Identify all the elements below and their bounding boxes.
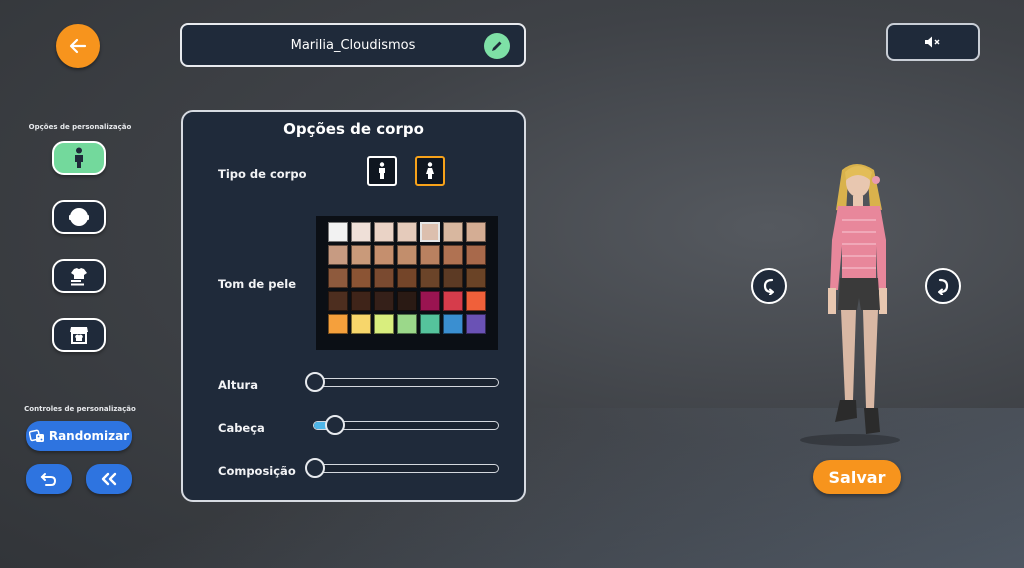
randomize-label: Randomizar [48,429,130,443]
height-slider-track [313,378,499,387]
rotate-left-button[interactable] [751,268,787,304]
skin-swatch[interactable] [466,291,486,311]
skin-swatch[interactable] [374,245,394,265]
body-icon [75,147,83,168]
skin-tone-palette [316,216,498,350]
skin-tone-label: Tom de pele [218,277,297,291]
panel-title: Opções de corpo [283,120,424,138]
clothing-icon [71,268,87,286]
arrow-left-icon [69,38,87,54]
dice-icon [28,429,44,442]
rotate-left-icon [763,278,774,295]
body-type-female-option[interactable] [415,156,445,186]
skin-swatch[interactable] [466,314,486,334]
sidebar-item-head[interactable] [52,200,106,234]
edit-name-button[interactable] [484,33,510,59]
skin-swatch[interactable] [443,222,463,242]
avatar-model[interactable] [790,150,920,460]
skin-swatch[interactable] [420,314,440,334]
collapse-button[interactable] [86,464,132,494]
build-label: Composição [218,464,296,478]
controls-section-title: Controles de personalização [24,405,136,413]
sidebar-item-body[interactable] [52,141,106,175]
skin-swatch[interactable] [420,268,440,288]
save-label: Salvar [828,467,886,487]
skin-swatch[interactable] [328,291,348,311]
skin-swatch[interactable] [374,291,394,311]
skin-swatch[interactable] [397,222,417,242]
undo-icon [40,473,57,486]
head-icon [69,208,89,226]
options-section-title: Opções de personalização [28,123,132,131]
sidebar-item-store[interactable] [52,318,106,352]
skin-swatch[interactable] [397,314,417,334]
skin-swatch[interactable] [420,291,440,311]
male-figure-icon [379,162,385,179]
skin-swatch[interactable] [328,245,348,265]
skin-swatch[interactable] [466,222,486,242]
pencil-icon [492,41,502,51]
body-type-male-option[interactable] [367,156,397,186]
head-label: Cabeça [218,421,265,435]
skin-swatch[interactable] [351,245,371,265]
back-button[interactable] [56,24,100,68]
female-figure-icon [426,162,434,179]
build-slider[interactable] [305,458,499,478]
skin-swatch[interactable] [420,222,440,242]
body-type-label: Tipo de corpo [218,167,307,181]
skin-swatch[interactable] [351,314,371,334]
head-slider[interactable] [305,415,499,435]
skin-swatch[interactable] [443,291,463,311]
skin-swatch[interactable] [328,268,348,288]
build-slider-track [313,464,499,473]
speaker-muted-icon [925,36,940,48]
height-slider-thumb[interactable] [305,372,325,392]
double-chevron-left-icon [101,472,117,486]
save-button[interactable]: Salvar [813,460,901,494]
height-label: Altura [218,378,258,392]
rotate-right-button[interactable] [925,268,961,304]
skin-swatch[interactable] [328,222,348,242]
skin-swatch[interactable] [466,245,486,265]
skin-swatch[interactable] [374,314,394,334]
skin-swatch[interactable] [374,268,394,288]
skin-swatch[interactable] [420,245,440,265]
store-icon [70,327,88,344]
randomize-button[interactable]: Randomizar [26,421,132,451]
undo-button[interactable] [26,464,72,494]
skin-swatch[interactable] [374,222,394,242]
skin-swatch[interactable] [443,245,463,265]
skin-swatch[interactable] [351,268,371,288]
skin-swatch[interactable] [351,222,371,242]
build-slider-thumb[interactable] [305,458,325,478]
rotate-right-icon [938,278,949,295]
skin-swatch[interactable] [443,314,463,334]
skin-swatch[interactable] [397,291,417,311]
mute-button[interactable] [886,23,980,61]
body-options-panel: Opções de corpo Tipo de corpo Tom de pel… [181,110,526,502]
skin-swatch[interactable] [351,291,371,311]
skin-swatch[interactable] [397,268,417,288]
skin-swatch[interactable] [443,268,463,288]
head-slider-thumb[interactable] [324,415,345,435]
username-text: Marilia_Cloudismos [290,37,416,53]
height-slider[interactable] [305,372,499,392]
username-field[interactable]: Marilia_Cloudismos [180,23,526,67]
sidebar-item-clothing[interactable] [52,259,106,293]
skin-swatch[interactable] [328,314,348,334]
skin-swatch[interactable] [397,245,417,265]
skin-swatch[interactable] [466,268,486,288]
